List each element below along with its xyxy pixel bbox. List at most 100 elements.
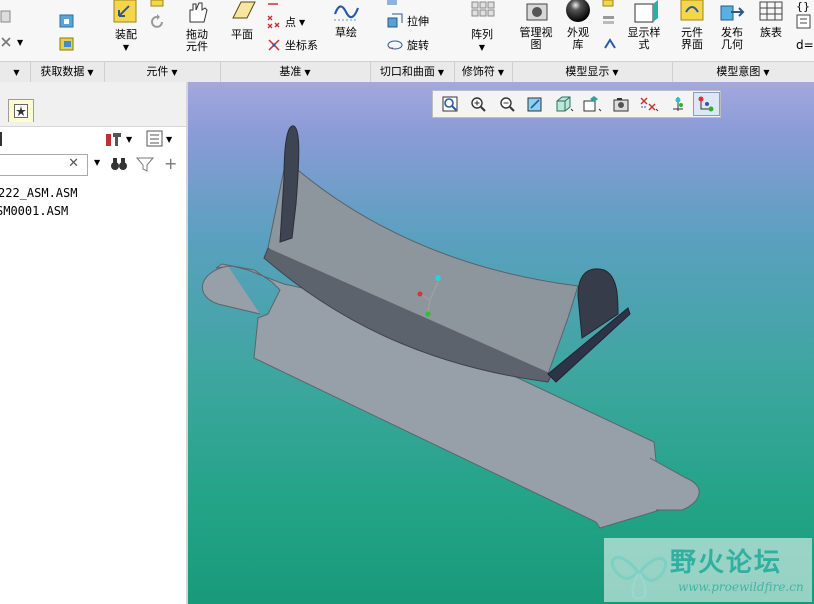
pattern-button[interactable]: 阵列 ▼ — [464, 0, 500, 54]
appearance-label: 外观 库 — [567, 26, 589, 51]
family-table-label: 族表 — [760, 26, 782, 39]
spin-center-button[interactable] — [664, 92, 692, 116]
merge-tool[interactable] — [58, 12, 76, 30]
extrude-label: 拉伸 — [407, 15, 429, 28]
manage-views-button[interactable]: 管理视 图 — [515, 0, 557, 51]
sphere-icon — [566, 0, 590, 22]
refit-button[interactable] — [436, 92, 464, 116]
repaint-button[interactable] — [522, 92, 550, 116]
show-button[interactable]: ▼ — [146, 130, 172, 148]
extrude-button[interactable]: 拉伸 — [386, 12, 429, 30]
appearance-button[interactable]: 外观 库 — [561, 0, 595, 51]
small-yellow-tool[interactable] — [150, 0, 166, 8]
extrude-icon — [387, 13, 403, 28]
search-dropdown[interactable]: ▼ — [94, 158, 100, 167]
flat-sheet-tab-right — [649, 457, 700, 511]
parameters-icon — [796, 14, 811, 29]
copy-geom-tool[interactable] — [58, 36, 76, 52]
brace-icon: {} — [796, 0, 810, 13]
saved-orientations-button[interactable] — [579, 92, 607, 116]
publish-icon — [720, 5, 745, 21]
settings-button[interactable]: ▼ — [104, 130, 132, 148]
find-button[interactable] — [110, 156, 128, 175]
publish-geometry-button[interactable]: 发布 几何 — [714, 0, 750, 51]
group-get-data-label: 获取数据 — [40, 65, 85, 78]
group-model-intent-label: 模型意图 — [716, 65, 761, 78]
display-style-button[interactable]: 显示样 式 — [623, 0, 665, 51]
star-icon — [14, 104, 28, 118]
group-model-display[interactable]: 模型显示 ▼ — [512, 62, 673, 82]
group-modifiers[interactable]: 修饰符 ▼ — [454, 62, 513, 82]
sketch-button[interactable]: 草绘 — [330, 0, 362, 39]
family-table-button[interactable]: 族表 — [754, 0, 788, 39]
tree-item[interactable]: SM0001.ASM — [0, 202, 77, 220]
copy-tool[interactable] — [0, 10, 12, 24]
tree-search-input[interactable]: ✕ — [0, 154, 88, 176]
view-manager-button[interactable] — [607, 92, 635, 116]
group-cuts-surfaces[interactable]: 切口和曲面 ▼ — [370, 62, 455, 82]
add-button[interactable]: + — [164, 154, 177, 173]
hole-tool[interactable] — [386, 0, 400, 6]
butterfly-logo-icon — [611, 556, 667, 600]
pattern-label: 阵列 — [471, 28, 493, 41]
ribbon: ▼ 装配 ▼ 拖动 元件 平面 点 ▼ 坐标系 草绘 拉伸 旋转 阵列 ▼ 管理… — [0, 0, 814, 61]
group-component[interactable]: 元件 ▼ — [104, 62, 221, 82]
component-interface-button[interactable]: 元件 界面 — [674, 0, 710, 51]
display-style-toolbar-button[interactable] — [550, 92, 578, 116]
model-3d-view[interactable] — [188, 82, 814, 604]
annotation-display-button[interactable] — [692, 92, 720, 116]
delete-tool[interactable]: ▼ — [0, 36, 23, 48]
plane-icon — [232, 1, 256, 19]
drag-component-button[interactable]: 拖动 元件 — [180, 0, 214, 53]
zoom-in-button[interactable] — [465, 92, 493, 116]
axis-icon — [268, 3, 278, 5]
pattern-icon — [471, 1, 495, 17]
refit-icon — [442, 96, 458, 112]
binoculars-icon — [111, 158, 127, 170]
filter-button[interactable] — [135, 156, 155, 175]
zoom-in-icon — [471, 97, 486, 112]
section-icon — [602, 0, 614, 7]
tree-item-label: 222_ASM.ASM — [0, 186, 78, 200]
revolve-button[interactable]: 旋转 — [386, 36, 429, 54]
manage-views-label: 管理视 图 — [519, 26, 553, 51]
group-cuts-surfaces-label: 切口和曲面 — [379, 65, 435, 78]
group-operations[interactable]: ▼ — [0, 62, 31, 82]
shaded-cube-icon — [556, 96, 574, 112]
publish-geometry-label: 发布 几何 — [721, 26, 743, 51]
x-icon — [1, 37, 11, 47]
csys-button[interactable]: 坐标系 — [266, 37, 318, 53]
axis-tool[interactable] — [266, 0, 280, 6]
group-datum[interactable]: 基准 ▼ — [220, 62, 371, 82]
relations-tool[interactable]: {} — [796, 0, 810, 13]
parameters-tool[interactable] — [796, 14, 812, 30]
table-icon — [759, 1, 783, 21]
section-tool[interactable] — [602, 0, 616, 8]
d-equals-tool[interactable]: d= — [796, 38, 814, 52]
plus-icon: + — [164, 154, 178, 173]
group-modifiers-label: 修饰符 — [461, 65, 495, 78]
tab-favorites[interactable] — [8, 99, 34, 122]
assemble-label: 装配 — [115, 28, 137, 41]
group-component-label: 元件 — [146, 65, 169, 78]
explode-tool[interactable] — [602, 36, 618, 52]
filter-icon — [135, 157, 155, 172]
plane-button[interactable]: 平面 — [224, 0, 260, 41]
model-tree-panel: ▼ ▼ ✕ ▼ + 222_ASM.ASM SM0001.ASM — [0, 82, 188, 604]
clear-icon[interactable]: ✕ — [68, 156, 79, 171]
point-button[interactable]: 点 ▼ — [266, 14, 305, 30]
group-model-intent[interactable]: 模型意图 ▼ — [672, 62, 814, 82]
revolve-icon — [387, 40, 403, 50]
assemble-button[interactable]: 装配 ▼ — [108, 0, 144, 54]
regenerate-tool[interactable] — [150, 14, 166, 30]
tree-item[interactable]: 222_ASM.ASM — [0, 184, 77, 202]
merge-icon — [59, 14, 74, 28]
watermark-url: www.proewildfire.cn — [678, 580, 804, 594]
drag-component-label: 拖动 元件 — [186, 28, 208, 53]
group-get-data[interactable]: 获取数据 ▼ — [30, 62, 105, 82]
graphics-window[interactable]: 野火论坛 www.proewildfire.cn — [188, 82, 814, 604]
datum-display-button[interactable] — [636, 92, 664, 116]
explode-icon — [604, 38, 616, 49]
layer-tool[interactable] — [602, 14, 616, 26]
zoom-out-button[interactable] — [493, 92, 521, 116]
